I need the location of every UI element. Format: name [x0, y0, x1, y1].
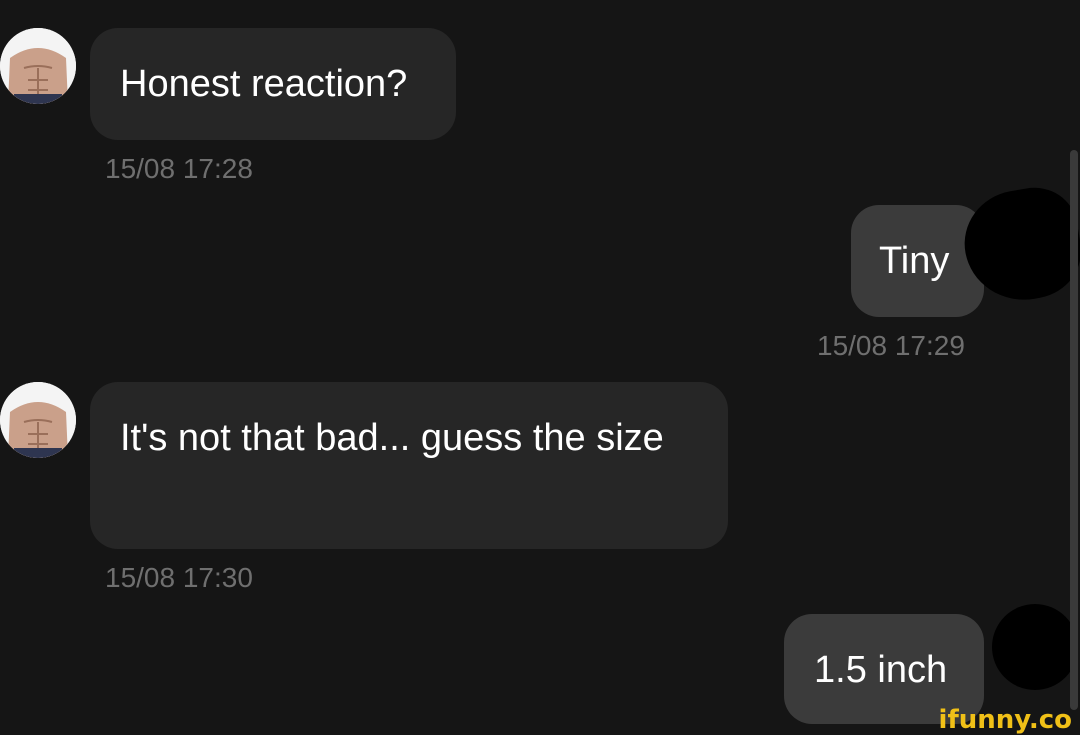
message-text: Tiny	[879, 240, 950, 282]
watermark-logo: ifunny.co	[938, 705, 1072, 735]
message-text: Honest reaction?	[120, 63, 408, 105]
message-timestamp: 15/08 17:28	[105, 153, 253, 184]
message-bubble-incoming[interactable]: Honest reaction?	[90, 28, 456, 140]
message-text: It's not that bad... guess the size	[120, 417, 664, 459]
scrollbar[interactable]	[1070, 150, 1078, 710]
chat-screen: Honest reaction? 15/08 17:28 Tiny 15/08 …	[0, 0, 1080, 735]
contact-avatar[interactable]	[0, 28, 76, 104]
redaction-scribble	[992, 604, 1078, 690]
message-bubble-outgoing[interactable]: Tiny	[851, 205, 984, 317]
message-text: 1.5 inch	[814, 649, 948, 691]
message-timestamp: 15/08 17:29	[817, 330, 965, 361]
contact-avatar[interactable]	[0, 382, 76, 458]
message-bubble-incoming[interactable]: It's not that bad... guess the size	[90, 382, 728, 549]
message-timestamp: 15/08 17:30	[105, 562, 253, 593]
avatar-icon	[0, 382, 76, 458]
avatar-icon	[0, 28, 76, 104]
